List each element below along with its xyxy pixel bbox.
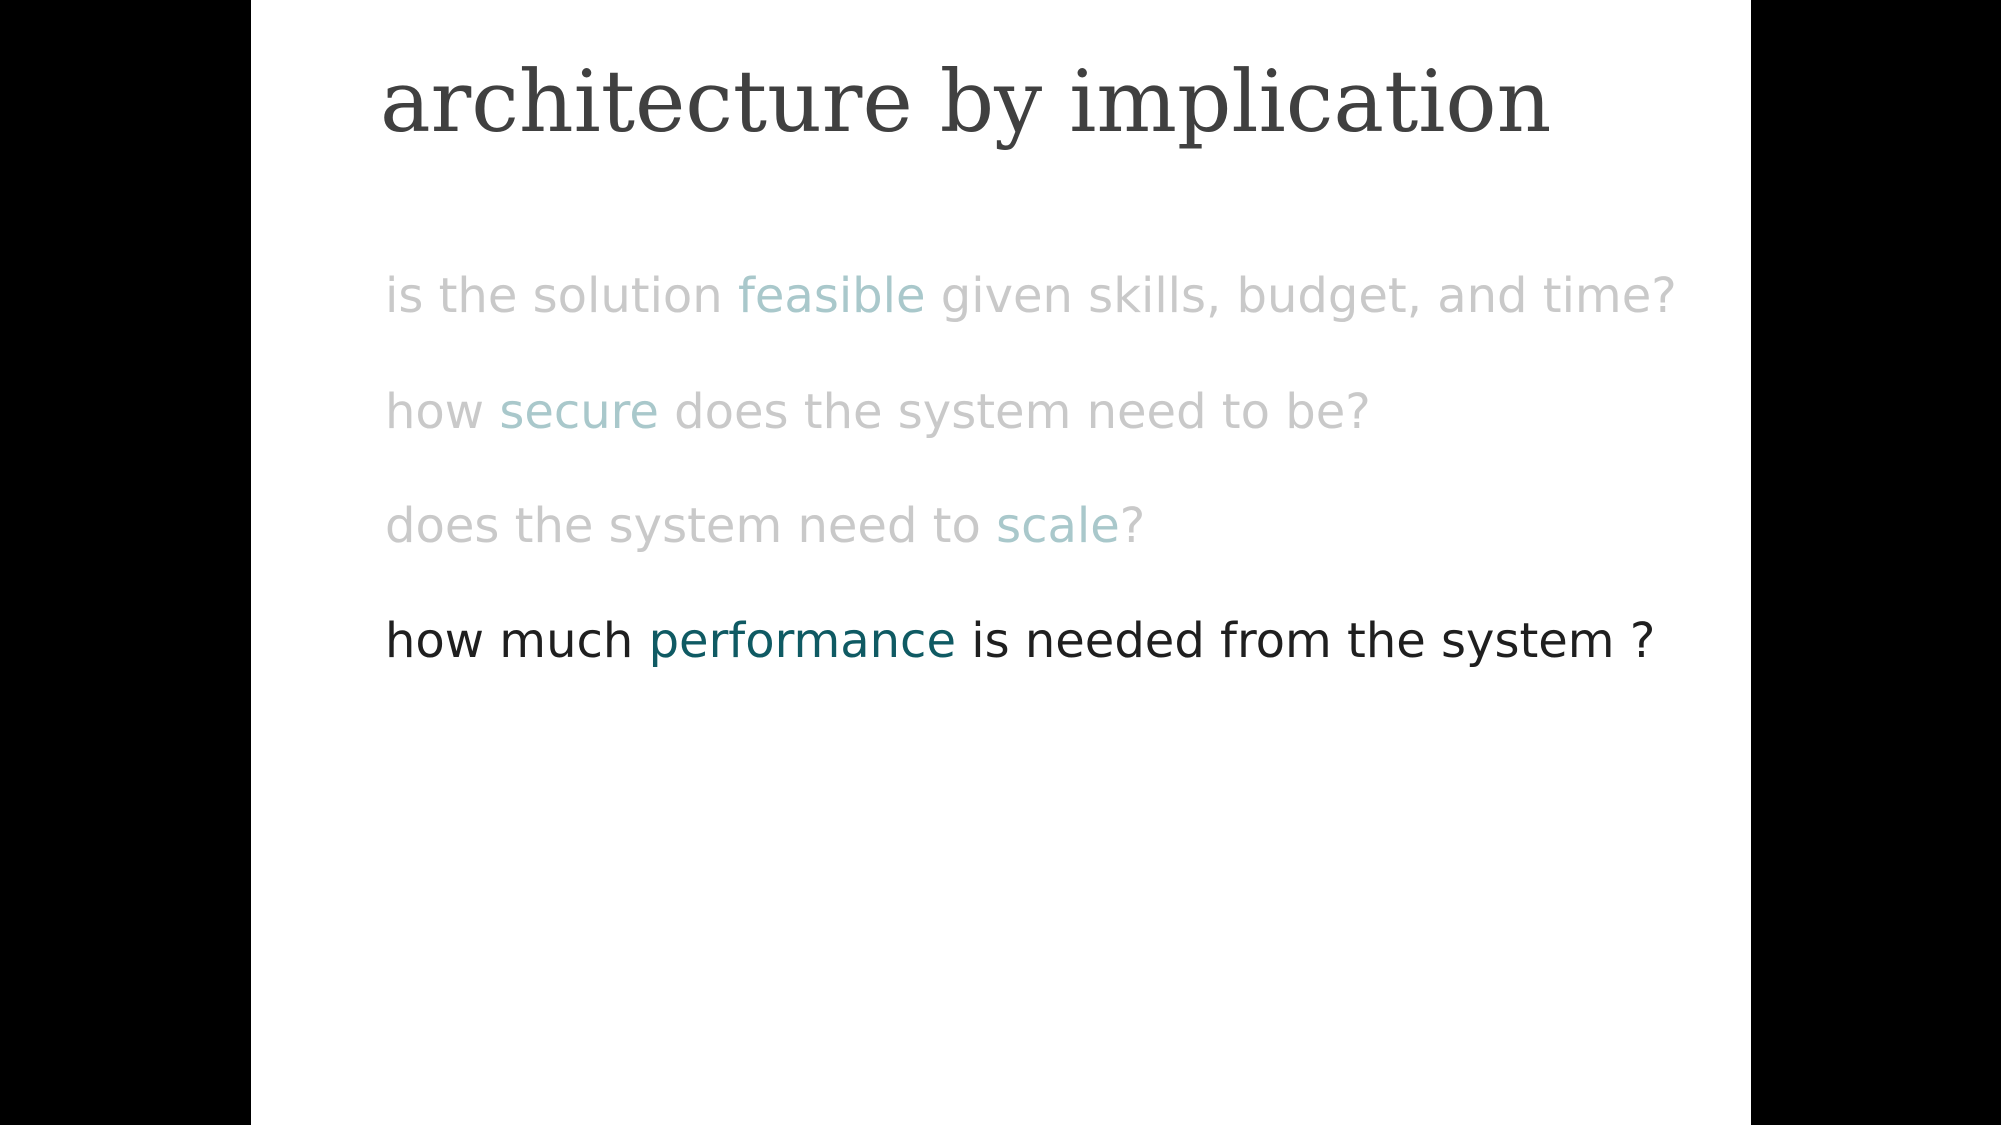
question-text: does the system need to be? — [658, 384, 1371, 440]
slide-title: architecture by implication — [380, 53, 1552, 152]
letterbox-right — [1751, 0, 2001, 1125]
slide: architecture by implication is the solut… — [251, 0, 1751, 1125]
question-text: does the system need to — [385, 498, 997, 554]
question-performance: how much performance is needed from the … — [385, 609, 1655, 673]
keyword-secure: secure — [499, 384, 659, 440]
keyword-feasible: feasible — [737, 268, 926, 324]
question-text: ? — [1119, 498, 1146, 554]
question-text: is the solution — [385, 268, 738, 324]
keyword-performance: performance — [648, 613, 956, 669]
question-secure: how secure does the system need to be? — [385, 380, 1371, 444]
letterbox-left — [0, 0, 251, 1125]
keyword-scale: scale — [996, 498, 1120, 554]
question-text: given skills, budget, and time? — [925, 268, 1677, 324]
question-scale: does the system need to scale? — [385, 494, 1145, 558]
question-text: how much — [385, 613, 649, 669]
question-text: is needed from the system ? — [955, 613, 1656, 669]
question-feasible: is the solution feasible given skills, b… — [385, 264, 1677, 328]
question-text: how — [385, 384, 500, 440]
